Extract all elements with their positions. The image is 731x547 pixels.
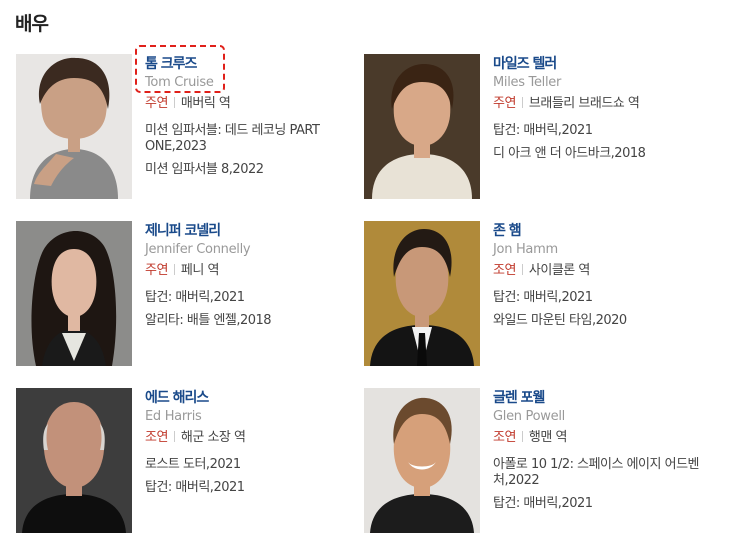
role-line: 조연 해군 소장 역	[145, 428, 370, 448]
filmography: 로스트 도터,2021 탑건: 매버릭,2021	[145, 457, 370, 496]
work-item[interactable]: 아폴로 10 1/2: 스페이스 에이지 어드벤처,2022	[493, 457, 718, 489]
actor-name-english: Ed Harris	[145, 409, 202, 424]
role-line: 주연 브래들리 브래드쇼 역	[493, 94, 718, 114]
section-title: 배우	[15, 13, 49, 35]
actor-photo[interactable]	[364, 388, 480, 533]
role-name: 해군 소장 역	[180, 430, 246, 445]
role-line: 조연 사이클론 역	[493, 261, 718, 281]
actor-name-link[interactable]: 글렌 포웰	[493, 389, 545, 407]
role-type: 조연	[493, 263, 516, 278]
actor-name-link[interactable]: 제니퍼 코넬리	[145, 222, 221, 240]
role-type: 주연	[145, 96, 168, 111]
filmography: 아폴로 10 1/2: 스페이스 에이지 어드벤처,2022 탑건: 매버릭,2…	[493, 457, 718, 512]
work-item[interactable]: 탑건: 매버릭,2021	[493, 496, 718, 512]
work-item[interactable]: 탑건: 매버릭,2021	[145, 290, 370, 306]
actor-card: 글렌 포웰 Glen Powell 조연 행맨 역 아폴로 10 1/2: 스페이…	[364, 388, 714, 538]
role-type: 주연	[145, 263, 168, 278]
work-item[interactable]: 와일드 마운틴 타임,2020	[493, 313, 718, 329]
filmography: 탑건: 매버릭,2021 알리타: 배틀 엔젤,2018	[145, 290, 370, 329]
filmography: 미션 임파서블: 데드 레코닝 PART ONE,2023 미션 임파서블 8,…	[145, 123, 370, 178]
role-name: 행맨 역	[528, 430, 568, 445]
role-line: 조연 행맨 역	[493, 428, 718, 448]
actor-card: 에드 해리스 Ed Harris 조연 해군 소장 역 로스트 도터,2021 탑…	[16, 388, 366, 538]
actor-card: 존 햄 Jon Hamm 조연 사이클론 역 탑건: 매버릭,2021 와일드 마…	[364, 221, 714, 371]
work-item[interactable]: 미션 임파서블: 데드 레코닝 PART ONE,2023	[145, 123, 370, 155]
actor-photo[interactable]	[364, 221, 480, 366]
divider	[521, 97, 523, 108]
actor-info: 에드 해리스 Ed Harris 조연 해군 소장 역 로스트 도터,2021 탑…	[145, 387, 370, 503]
role-type: 조연	[145, 430, 168, 445]
divider	[521, 264, 523, 275]
actor-photo[interactable]	[16, 388, 132, 533]
role-name: 브래들리 브래드쇼 역	[528, 96, 640, 111]
actor-name-english: Jon Hamm	[493, 242, 558, 257]
actor-photo[interactable]	[364, 54, 480, 199]
actor-info: 글렌 포웰 Glen Powell 조연 행맨 역 아폴로 10 1/2: 스페이…	[493, 387, 718, 519]
role-name: 페니 역	[180, 263, 220, 278]
actor-name-link[interactable]: 에드 해리스	[145, 389, 209, 407]
filmography: 탑건: 매버릭,2021 디 아크 앤 더 아드바크,2018	[493, 123, 718, 162]
work-item[interactable]: 탑건: 매버릭,2021	[493, 290, 718, 306]
role-name: 사이클론 역	[528, 263, 590, 278]
actor-photo[interactable]	[16, 221, 132, 366]
actor-card: 제니퍼 코넬리 Jennifer Connelly 주연 페니 역 탑건: 매버릭…	[16, 221, 366, 371]
role-type: 주연	[493, 96, 516, 111]
actor-card: 마일즈 텔러 Miles Teller 주연 브래들리 브래드쇼 역 탑건: 매버…	[364, 54, 714, 204]
actor-info: 마일즈 텔러 Miles Teller 주연 브래들리 브래드쇼 역 탑건: 매버…	[493, 53, 718, 169]
role-name: 매버릭 역	[180, 96, 231, 111]
role-line: 주연 매버릭 역	[145, 94, 370, 114]
work-item[interactable]: 탑건: 매버릭,2021	[145, 480, 370, 496]
actor-name-link[interactable]: 존 햄	[493, 222, 522, 240]
actor-name-english: Miles Teller	[493, 75, 562, 90]
filmography: 탑건: 매버릭,2021 와일드 마운틴 타임,2020	[493, 290, 718, 329]
actor-name-english: Glen Powell	[493, 409, 565, 424]
divider	[173, 431, 175, 442]
work-item[interactable]: 미션 임파서블 8,2022	[145, 162, 370, 178]
divider	[521, 431, 523, 442]
work-item[interactable]: 알리타: 배틀 엔젤,2018	[145, 313, 370, 329]
actor-info: 존 햄 Jon Hamm 조연 사이클론 역 탑건: 매버릭,2021 와일드 마…	[493, 220, 718, 336]
work-item[interactable]: 디 아크 앤 더 아드바크,2018	[493, 146, 718, 162]
actor-name-link[interactable]: 마일즈 텔러	[493, 55, 557, 73]
highlight-annotation	[135, 45, 225, 93]
actor-photo[interactable]	[16, 54, 132, 199]
role-line: 주연 페니 역	[145, 261, 370, 281]
divider	[173, 264, 175, 275]
divider	[173, 97, 175, 108]
work-item[interactable]: 로스트 도터,2021	[145, 457, 370, 473]
actor-info: 제니퍼 코넬리 Jennifer Connelly 주연 페니 역 탑건: 매버릭…	[145, 220, 370, 336]
actor-name-english: Jennifer Connelly	[145, 242, 251, 257]
work-item[interactable]: 탑건: 매버릭,2021	[493, 123, 718, 139]
role-type: 조연	[493, 430, 516, 445]
